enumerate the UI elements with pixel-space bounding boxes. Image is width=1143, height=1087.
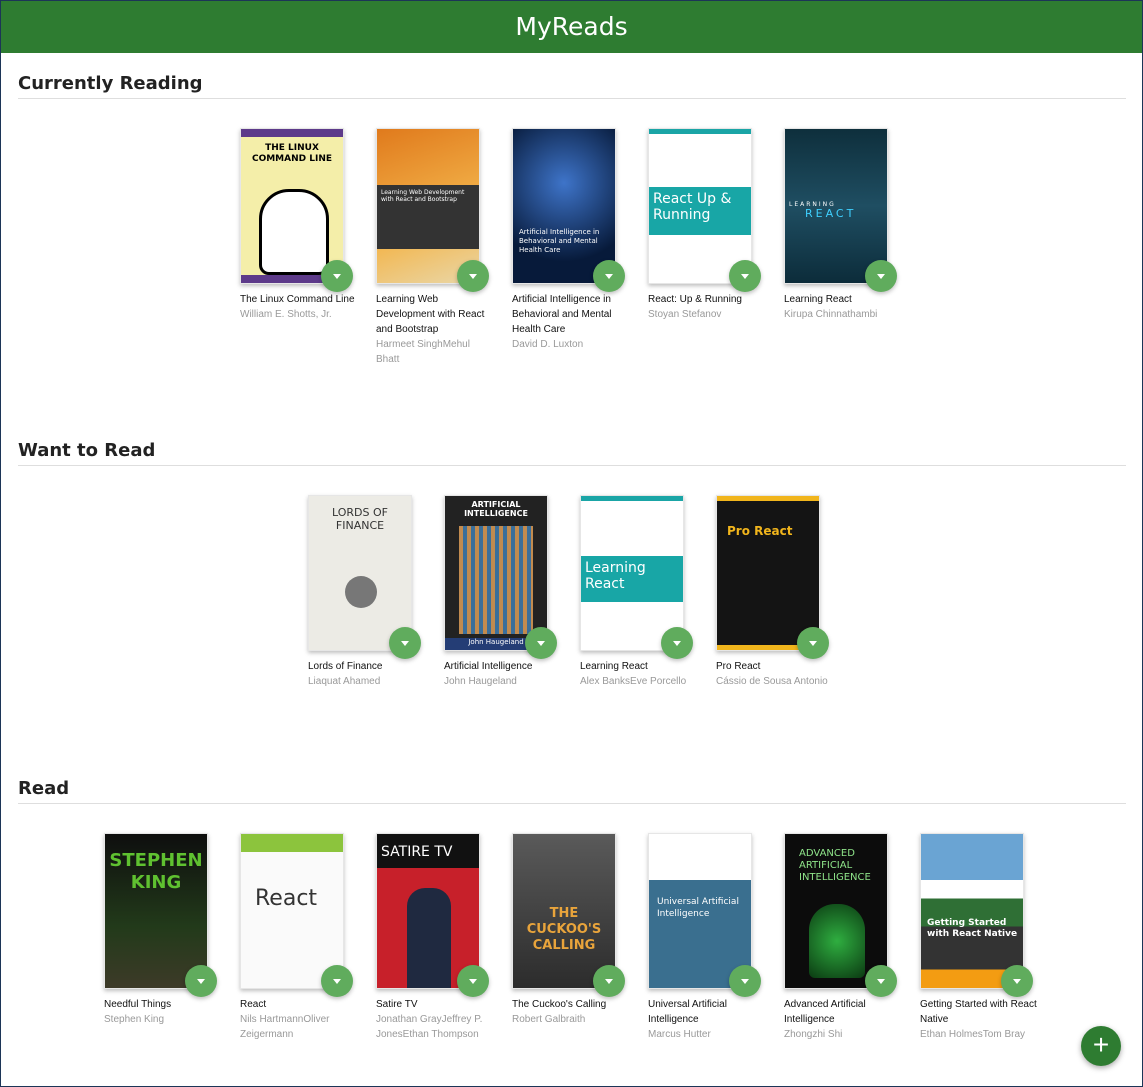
book: LORDS OF FINANCE Lords of Finance Liaqua… (308, 495, 428, 765)
book-title: Advanced Artificial Intelligence (784, 999, 866, 1025)
book: React Up & Running React: Up & Running S… (648, 128, 768, 428)
book-title: Learning React (784, 294, 852, 305)
book-title: Needful Things (104, 999, 172, 1010)
book: Getting Started with React Native Gettin… (920, 833, 1040, 1042)
book: React React Nils HartmannOliver Zeigerma… (240, 833, 360, 1042)
book-cover[interactable]: THE LINUX COMMAND LINE (240, 128, 344, 284)
book-cover[interactable]: Getting Started with React Native (920, 833, 1024, 989)
book: THE CUCKOO'S CALLING The Cuckoo's Callin… (512, 833, 632, 1042)
shelf-title: Read (18, 778, 1126, 804)
shelf-changer-button[interactable] (729, 260, 761, 292)
plus-icon: + (1092, 1029, 1110, 1060)
book-authors: Marcus Hutter (648, 1029, 711, 1040)
book-authors: Cássio de Sousa Antonio (716, 676, 828, 687)
book-cover[interactable]: React Up & Running (648, 128, 752, 284)
book-title: The Cuckoo's Calling (512, 999, 607, 1010)
book-cover[interactable]: THE CUCKOO'S CALLING (512, 833, 616, 989)
book-title: React: Up & Running (648, 294, 742, 305)
shelf-want-to-read: Want to Read LORDS OF FINANCE Lords of F… (18, 440, 1126, 765)
book-authors: Robert Galbraith (512, 1014, 586, 1025)
book: ADVANCED ARTIFICIAL INTELLIGENCE Advance… (784, 833, 904, 1042)
shelf-changer-button[interactable] (797, 627, 829, 659)
book: SATIRE TV Satire TV Jonathan GrayJeffrey… (376, 833, 496, 1042)
book-authors: Jonathan GrayJeffrey P. JonesEthan Thomp… (376, 1014, 483, 1040)
book-title: Universal Artificial Intelligence (648, 999, 727, 1025)
book: Learning React Learning React Alex Banks… (580, 495, 700, 765)
book-cover[interactable]: SATIRE TV (376, 833, 480, 989)
book-authors: David D. Luxton (512, 339, 584, 350)
shelf-changer-button[interactable] (865, 260, 897, 292)
shelf-currently-reading: Currently Reading THE LINUX COMMAND LINE… (18, 73, 1126, 428)
shelf-changer-button[interactable] (185, 965, 217, 997)
shelf-changer-button[interactable] (593, 260, 625, 292)
book-title: Artificial Intelligence in Behavioral an… (512, 294, 612, 335)
book-cover[interactable]: Artificial Intelligence in Behavioral an… (512, 128, 616, 284)
shelf-changer-button[interactable] (457, 965, 489, 997)
book: Learning Web Development with React and … (376, 128, 496, 428)
book: Universal Artificial Intelligence Univer… (648, 833, 768, 1042)
book-authors: John Haugeland (444, 676, 517, 687)
shelf-changer-button[interactable] (321, 965, 353, 997)
book-authors: Zhongzhi Shi (784, 1029, 843, 1040)
shelf-changer-button[interactable] (1001, 965, 1033, 997)
shelf-changer-button[interactable] (321, 260, 353, 292)
book-authors: Liaquat Ahamed (308, 676, 381, 687)
book-cover[interactable]: ADVANCED ARTIFICIAL INTELLIGENCE (784, 833, 888, 989)
book-title: Learning React (580, 661, 648, 672)
book-title: Lords of Finance (308, 661, 383, 672)
shelf-read: Read STEPHEN KING Needful Things Stephen… (18, 778, 1126, 1042)
add-book-button[interactable]: + (1081, 1026, 1121, 1066)
book: STEPHEN KING Needful Things Stephen King (104, 833, 224, 1042)
book-cover[interactable]: LORDS OF FINANCE (308, 495, 412, 651)
book: LEARNING REACT Learning React Kirupa Chi… (784, 128, 904, 428)
book-cover[interactable]: React (240, 833, 344, 989)
book-authors: Harmeet SinghMehul Bhatt (376, 339, 470, 365)
book-cover[interactable]: LEARNING REACT (784, 128, 888, 284)
shelf-changer-button[interactable] (457, 260, 489, 292)
book-title: Learning Web Development with React and … (376, 294, 485, 335)
shelf-changer-button[interactable] (593, 965, 625, 997)
shelf-changer-button[interactable] (389, 627, 421, 659)
book: Pro React Pro React Cássio de Sousa Anto… (716, 495, 836, 765)
book-cover[interactable]: ARTIFICIAL INTELLIGENCE John Haugeland (444, 495, 548, 651)
app-title: MyReads (515, 12, 628, 41)
book-title: Getting Started with React Native (920, 999, 1037, 1025)
book-title: Satire TV (376, 999, 418, 1010)
book-title: The Linux Command Line (240, 294, 355, 305)
shelf-title: Want to Read (18, 440, 1126, 466)
book-cover[interactable]: STEPHEN KING (104, 833, 208, 989)
book-authors: Kirupa Chinnathambi (784, 309, 878, 320)
app-header: MyReads (1, 1, 1142, 53)
shelf-changer-button[interactable] (525, 627, 557, 659)
book-title: Artificial Intelligence (444, 661, 533, 672)
shelf-title: Currently Reading (18, 73, 1126, 99)
book-cover[interactable]: Universal Artificial Intelligence (648, 833, 752, 989)
book-authors: Stephen King (104, 1014, 165, 1025)
book-authors: Stoyan Stefanov (648, 309, 722, 320)
book: Artificial Intelligence in Behavioral an… (512, 128, 632, 428)
book-cover[interactable]: Learning Web Development with React and … (376, 128, 480, 284)
book-cover[interactable]: Learning React (580, 495, 684, 651)
book-cover[interactable]: Pro React (716, 495, 820, 651)
book-authors: Alex BanksEve Porcello (580, 676, 687, 687)
book-title: Pro React (716, 661, 761, 672)
book-authors: Nils HartmannOliver Zeigermann (240, 1014, 330, 1040)
book: THE LINUX COMMAND LINE The Linux Command… (240, 128, 360, 428)
book-authors: Ethan HolmesTom Bray (920, 1029, 1026, 1040)
book: ARTIFICIAL INTELLIGENCE John Haugeland A… (444, 495, 564, 765)
shelf-changer-button[interactable] (729, 965, 761, 997)
book-title: React (240, 999, 267, 1010)
shelf-changer-button[interactable] (661, 627, 693, 659)
book-authors: William E. Shotts, Jr. (240, 309, 332, 320)
shelf-changer-button[interactable] (865, 965, 897, 997)
